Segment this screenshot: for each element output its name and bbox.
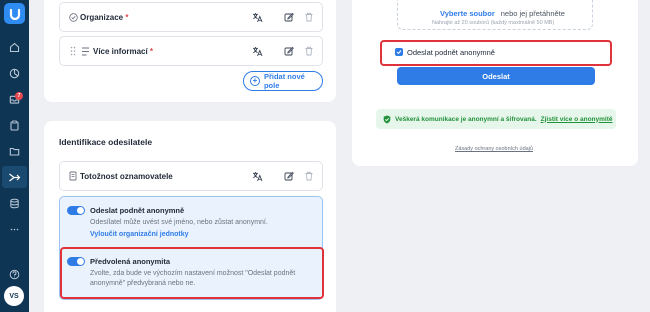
folder-icon[interactable] [7,144,22,159]
check-circle-icon [68,11,78,23]
security-notice: Veškerá komunikace je anonymní a šifrova… [376,109,616,129]
translate-icon[interactable] [251,11,263,23]
help-icon[interactable] [7,267,22,282]
field-row-vice-informaci[interactable]: Více informací * [59,36,323,66]
privacy-policy-link[interactable]: Zásady ochrany osobních údajů [455,146,533,152]
upload-prompt: Vyberte soubor nebo jej přetáhněte [440,9,565,18]
document-icon [68,170,78,182]
share-icon[interactable] [2,166,27,188]
edit-icon[interactable] [283,11,295,23]
database-icon[interactable] [7,196,22,211]
anonymous-submit-toggle[interactable] [67,206,85,215]
logo-icon [9,8,20,20]
edit-icon[interactable] [283,45,295,57]
app-logo[interactable] [4,3,25,24]
upload-limit: Nahrajte až 20 souborů (každý maximálně … [432,20,555,26]
anonymity-info-link[interactable]: Zjistit více o anonymitě [541,116,613,123]
highlight-frame [60,247,324,299]
avatar[interactable]: VS [4,286,24,306]
security-text: Veškerá komunikace je anonymní a šifrova… [395,115,537,123]
exclude-units-link[interactable]: Vyloučit organizační jednotky [90,231,189,238]
home-icon[interactable] [7,40,22,55]
field-label: Více informací * [93,47,154,56]
submit-button[interactable]: Odeslat [397,67,595,85]
trash-icon[interactable] [303,11,315,23]
trash-icon[interactable] [303,45,315,57]
plus-icon: + [250,76,260,86]
field-row-organizace[interactable]: Organizace * [59,2,323,32]
sidebar: 7 VS [0,0,29,312]
translate-icon[interactable] [251,45,263,57]
trash-icon[interactable] [303,170,315,182]
add-field-label: Přidat nové pole [263,72,305,90]
dashboard-icon[interactable] [7,66,22,81]
add-field-button[interactable]: + Přidat nové pole [243,71,323,91]
drag-text: nebo jej přetáhněte [500,9,565,18]
more-icon[interactable] [7,222,22,237]
edit-icon[interactable] [283,170,295,182]
highlight-frame [380,40,612,66]
field-row-totoznost[interactable]: Totožnost oznamovatele [59,161,323,191]
choose-file-link[interactable]: Vyberte soubor [440,9,495,18]
anonymous-submit-description: Odesílatel může uvést své jméno, nebo zů… [90,219,268,226]
shield-check-icon [383,115,391,123]
translate-icon[interactable] [251,170,263,182]
section-title: Identifikace odesilatele [59,137,153,147]
drag-handle-icon[interactable] [68,45,78,57]
notification-badge: 7 [15,92,23,100]
text-field-icon [80,45,90,57]
field-label: Totožnost oznamovatele [80,172,173,181]
clipboard-icon[interactable] [7,118,22,133]
anonymous-submit-title: Odeslat podnět anonymně [90,206,185,215]
field-label: Organizace * [80,13,129,22]
